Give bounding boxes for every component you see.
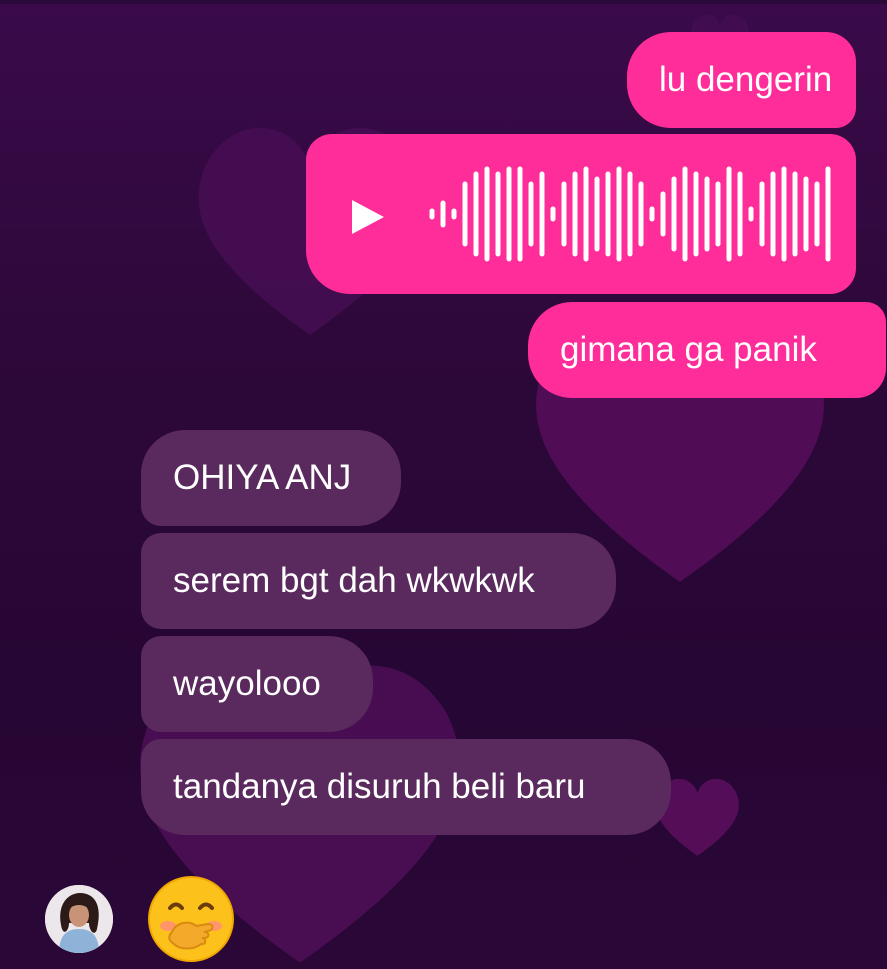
incoming-message[interactable]: tandanya disuruh beli baru — [141, 739, 671, 835]
incoming-message[interactable]: wayolooo — [141, 636, 373, 732]
top-edge — [0, 0, 887, 4]
avatar-image — [45, 885, 113, 953]
message-text: serem bgt dah wkwkwk — [173, 561, 535, 600]
message-text: gimana ga panik — [560, 330, 817, 369]
play-icon[interactable] — [352, 200, 384, 234]
message-text: wayolooo — [173, 664, 321, 703]
incoming-message[interactable]: serem bgt dah wkwkwk — [141, 533, 616, 629]
outgoing-message[interactable]: gimana ga panik — [528, 302, 886, 398]
message-text: lu dengerin — [659, 60, 833, 99]
message-text: tandanya disuruh beli baru — [173, 767, 586, 806]
incoming-message[interactable]: OHIYA ANJ — [141, 430, 401, 526]
outgoing-message[interactable]: lu dengerin — [627, 32, 856, 128]
waveform-icon — [429, 166, 831, 262]
avatar[interactable] — [45, 885, 113, 953]
voice-message[interactable] — [306, 134, 856, 294]
message-text: OHIYA ANJ — [173, 458, 352, 497]
hand-over-mouth-emoji — [148, 876, 234, 962]
